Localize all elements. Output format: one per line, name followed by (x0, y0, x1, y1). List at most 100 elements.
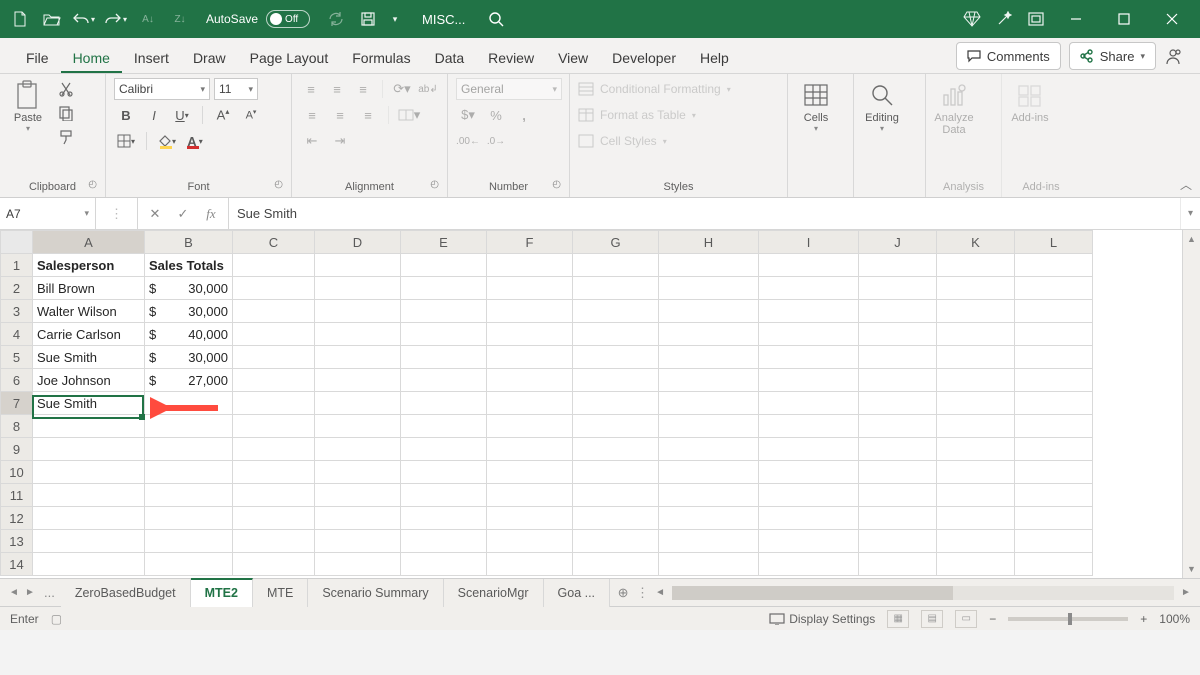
cell[interactable] (233, 277, 315, 300)
increase-decimal-icon[interactable]: .00← (456, 130, 480, 152)
cell[interactable] (487, 530, 573, 553)
zoom-in-icon[interactable]: + (1140, 612, 1147, 626)
cell[interactable] (759, 553, 859, 576)
cell[interactable] (659, 392, 759, 415)
align-top-icon[interactable]: ≡ (300, 78, 322, 100)
cell[interactable] (233, 300, 315, 323)
row-header[interactable]: 3 (1, 300, 33, 323)
cell[interactable] (759, 323, 859, 346)
cell[interactable] (937, 415, 1015, 438)
cell[interactable] (145, 461, 233, 484)
tab-formulas[interactable]: Formulas (340, 42, 422, 73)
sheet-tab[interactable]: Scenario Summary (308, 579, 443, 607)
minimize-button[interactable] (1054, 0, 1098, 38)
font-size-combo[interactable]: 11▾ (214, 78, 258, 100)
zoom-slider[interactable] (1008, 617, 1128, 621)
cell[interactable] (759, 369, 859, 392)
row-header[interactable]: 14 (1, 553, 33, 576)
cell[interactable] (659, 323, 759, 346)
font-color-icon[interactable]: A▾ (183, 130, 207, 152)
sheet-tab[interactable]: ScenarioMgr (444, 579, 544, 607)
cell[interactable] (401, 254, 487, 277)
name-box[interactable]: A7▾ (0, 198, 96, 229)
tab-splitter[interactable]: ⋮ (636, 585, 642, 601)
cell[interactable] (315, 346, 401, 369)
cell[interactable] (859, 461, 937, 484)
cell[interactable] (659, 438, 759, 461)
open-file-icon[interactable] (38, 5, 66, 33)
cell[interactable] (937, 277, 1015, 300)
app-launcher-icon[interactable] (1022, 5, 1050, 33)
new-file-icon[interactable] (6, 5, 34, 33)
cell[interactable] (233, 461, 315, 484)
cell[interactable] (487, 346, 573, 369)
cell[interactable] (487, 392, 573, 415)
cell[interactable] (233, 507, 315, 530)
tab-nav-next-icon[interactable]: ► (22, 587, 38, 598)
cell[interactable]: $30,000 (145, 300, 233, 323)
cells-button[interactable]: Cells ▾ (796, 78, 836, 133)
tab-home[interactable]: Home (61, 42, 122, 73)
font-launcher-icon[interactable]: ◴ (274, 175, 283, 195)
number-format-combo[interactable]: General▾ (456, 78, 562, 100)
select-all-corner[interactable] (1, 231, 33, 254)
cell[interactable] (859, 346, 937, 369)
cell[interactable] (401, 346, 487, 369)
collapse-ribbon-icon[interactable]: ︿ (1180, 176, 1192, 193)
cell[interactable] (145, 484, 233, 507)
cell[interactable] (233, 346, 315, 369)
cell[interactable]: Joe Johnson (33, 369, 145, 392)
decrease-font-icon[interactable]: A▾ (239, 104, 263, 126)
decrease-indent-icon[interactable]: ⇤ (300, 130, 324, 152)
cell[interactable] (145, 415, 233, 438)
increase-font-icon[interactable]: A▴ (211, 104, 235, 126)
cell[interactable] (759, 392, 859, 415)
cell[interactable]: Walter Wilson (33, 300, 145, 323)
cell[interactable] (33, 530, 145, 553)
worksheet-grid[interactable]: ABCDEFGHIJKL1SalespersonSales Totals2Bil… (0, 230, 1200, 578)
account-icon[interactable] (1164, 47, 1192, 65)
column-header[interactable]: B (145, 231, 233, 254)
cell[interactable] (759, 438, 859, 461)
confirm-entry-icon[interactable]: ✓ (170, 201, 196, 227)
cell[interactable] (659, 369, 759, 392)
cell[interactable] (487, 254, 573, 277)
cell[interactable] (937, 438, 1015, 461)
cell[interactable] (315, 254, 401, 277)
comma-icon[interactable]: , (512, 104, 536, 126)
cell[interactable] (1015, 484, 1093, 507)
cell[interactable] (233, 438, 315, 461)
display-settings-icon[interactable]: Display Settings (769, 612, 875, 626)
sheet-tab[interactable]: Goa ... (544, 579, 611, 607)
cell[interactable] (573, 277, 659, 300)
cell[interactable] (1015, 507, 1093, 530)
cell-styles-button[interactable]: Cell Styles▾ (578, 130, 779, 152)
cell[interactable] (401, 369, 487, 392)
tab-file[interactable]: File (14, 42, 61, 73)
conditional-formatting-button[interactable]: Conditional Formatting▾ (578, 78, 779, 100)
cell[interactable] (401, 484, 487, 507)
currency-icon[interactable]: $▾ (456, 104, 480, 126)
column-header[interactable]: A (33, 231, 145, 254)
increase-indent-icon[interactable]: ⇥ (328, 130, 352, 152)
cell[interactable] (145, 392, 233, 415)
cell[interactable] (759, 530, 859, 553)
column-header[interactable]: L (1015, 231, 1093, 254)
cell[interactable] (315, 392, 401, 415)
row-header[interactable]: 9 (1, 438, 33, 461)
tab-nav-more[interactable]: ... (38, 585, 61, 600)
fx-icon[interactable]: fx (198, 201, 224, 227)
column-header[interactable]: K (937, 231, 1015, 254)
zoom-value[interactable]: 100% (1159, 612, 1190, 626)
cell[interactable] (487, 323, 573, 346)
cell[interactable] (573, 507, 659, 530)
cell[interactable]: Bill Brown (33, 277, 145, 300)
cell[interactable] (859, 254, 937, 277)
cell[interactable] (145, 507, 233, 530)
cell[interactable] (573, 415, 659, 438)
cell[interactable] (573, 438, 659, 461)
cell[interactable] (859, 323, 937, 346)
cell[interactable] (1015, 369, 1093, 392)
diamond-icon[interactable] (958, 5, 986, 33)
cell[interactable] (487, 484, 573, 507)
